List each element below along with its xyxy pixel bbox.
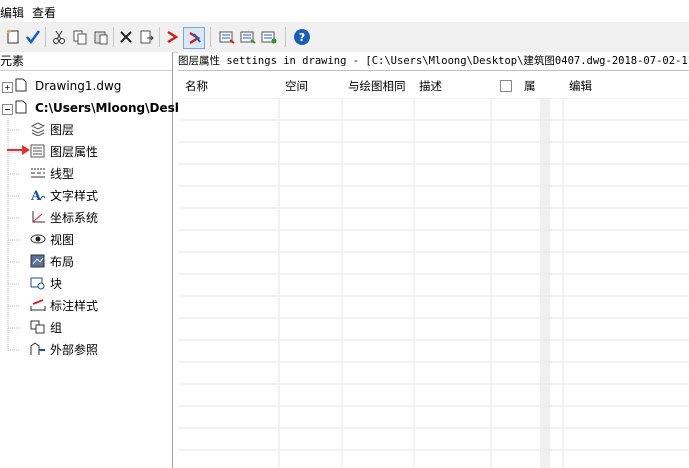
menu-view[interactable]: 查看 <box>32 4 56 21</box>
tree-label: 外部参照 <box>50 343 99 357</box>
copy-icon[interactable] <box>70 27 90 47</box>
toolbar-separator <box>159 27 160 47</box>
group-icon <box>30 320 46 334</box>
tree-item-linetype[interactable]: 线型 <box>30 164 74 184</box>
tree-label: 坐标系统 <box>50 211 99 225</box>
element-tree-panel: 元素 + Drawing1.dwg − C:\Users\Mloong\Deskto… <box>0 52 205 468</box>
tree-item-ucs[interactable]: 坐标系统 <box>30 208 98 228</box>
check-icon[interactable] <box>23 27 43 47</box>
tree-item-text-style[interactable]: A 文字样式 <box>30 186 98 206</box>
tree-item-view[interactable]: 视图 <box>30 230 74 250</box>
column-edit[interactable]: 编辑 <box>569 74 592 98</box>
arrow-icon <box>7 145 30 155</box>
toolbar-separator <box>45 27 46 47</box>
help-glyph: ? <box>299 31 305 44</box>
delete-icon[interactable] <box>116 27 136 47</box>
toolbar-separator <box>210 27 211 47</box>
column-attr[interactable]: 属 <box>524 74 536 98</box>
text-style-icon: A <box>30 188 46 204</box>
toolbar: ? <box>0 22 689 53</box>
help-icon[interactable]: ? <box>292 27 312 47</box>
layer-b-icon[interactable] <box>238 27 258 47</box>
layer-c-icon[interactable] <box>259 27 279 47</box>
export-icon[interactable] <box>137 27 157 47</box>
redo-icon[interactable] <box>183 27 205 49</box>
undo-icon[interactable] <box>162 27 182 47</box>
linetype-icon <box>30 166 46 180</box>
layout-icon <box>30 254 46 268</box>
block-icon <box>30 276 46 290</box>
properties-grid <box>178 98 689 468</box>
tree-item-group[interactable]: 组 <box>30 318 62 338</box>
panel-title: 图层属性 settings in drawing - [C:\Users\Mlo… <box>178 52 689 71</box>
layer-properties-icon <box>30 144 46 158</box>
tree-item-xref[interactable]: 外部参照 <box>30 340 98 360</box>
tree-label: 图层属性 <box>50 145 99 159</box>
cut-icon[interactable] <box>49 27 69 47</box>
new-icon[interactable] <box>3 27 23 47</box>
xref-icon <box>30 342 46 356</box>
toolbar-separator <box>285 27 286 47</box>
tree-label: 布局 <box>50 255 75 269</box>
tree-label: 块 <box>50 277 63 291</box>
layer-properties-panel: 图层属性 settings in drawing - [C:\Users\Mlo… <box>178 52 689 468</box>
column-space[interactable]: 空间 <box>285 74 308 98</box>
tree-item-layout[interactable]: 布局 <box>30 252 74 272</box>
tree-label: 视图 <box>50 233 75 247</box>
eye-icon <box>30 232 46 246</box>
tree-item-layer-properties[interactable]: 图层属性 <box>30 142 98 162</box>
coordinate-icon <box>30 210 46 224</box>
tree-label: 线型 <box>50 167 75 181</box>
tree-label: 组 <box>50 321 63 335</box>
paste-icon[interactable] <box>91 27 111 47</box>
tree-label: 图层 <box>50 123 75 137</box>
menu-bar: 编辑 查看 <box>0 0 689 22</box>
tree-label: 标注样式 <box>50 299 99 313</box>
column-same-as-drawing[interactable]: 与绘图相同 <box>348 74 406 98</box>
layers-icon <box>30 122 46 137</box>
tree-item-layer[interactable]: 图层 <box>30 120 74 140</box>
dimension-icon <box>30 298 46 312</box>
menu-edit[interactable]: 编辑 <box>0 4 24 21</box>
column-name[interactable]: 名称 <box>185 74 208 98</box>
tree-item-block[interactable]: 块 <box>30 274 62 294</box>
layer-a-icon[interactable] <box>217 27 237 47</box>
tree-item-dim-style[interactable]: 标注样式 <box>30 296 98 316</box>
toolbar-separator <box>113 27 114 47</box>
select-all-checkbox[interactable] <box>500 80 512 92</box>
tree-label: 文字样式 <box>50 189 99 203</box>
column-description[interactable]: 描述 <box>419 74 442 98</box>
